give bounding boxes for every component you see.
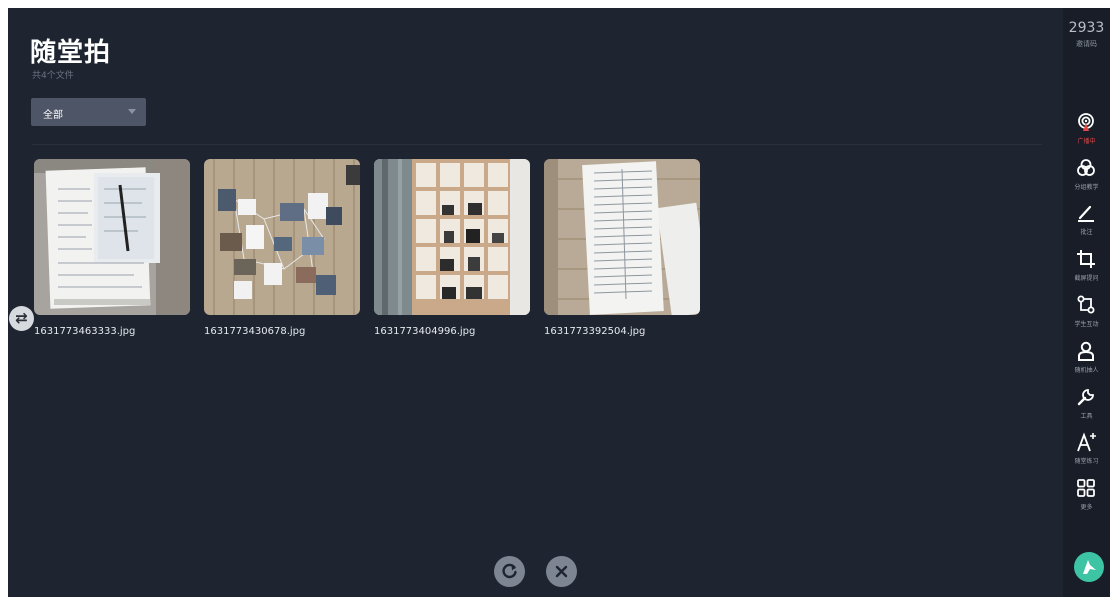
page-title: 随堂拍 <box>30 38 112 68</box>
tool-random-pick[interactable]: 随机抽人 <box>1063 341 1110 381</box>
tool-screenshot-question[interactable]: 截屏提问 <box>1063 249 1110 289</box>
file-count: 共4个文件 <box>32 71 74 81</box>
grid-icon <box>1077 479 1095 497</box>
pen-icon <box>1078 205 1094 222</box>
app-logo[interactable] <box>1074 552 1104 582</box>
photo-thumbnail[interactable] <box>204 159 360 315</box>
tool-group-teaching[interactable]: 分组教学 <box>1063 158 1110 198</box>
tool-label: 随机抽人 <box>1074 367 1099 374</box>
close-icon <box>555 565 568 578</box>
photo-thumbnail[interactable] <box>374 159 530 315</box>
right-toolbar: 2933 邀请码 广播中 分组教学 批注 截屏提问 学生互动 随机抽人 工具 随… <box>1063 8 1110 597</box>
tool-label: 分组教学 <box>1074 184 1099 191</box>
file-name: 1631773404996.jpg <box>374 326 476 337</box>
interaction-icon <box>1077 295 1095 314</box>
logo-icon <box>1083 560 1096 574</box>
file-card[interactable]: 1631773404996.jpg <box>374 159 530 337</box>
broadcast-icon <box>1078 113 1094 131</box>
tool-label: 截屏提问 <box>1074 275 1099 282</box>
swap-icon: ⇄ <box>15 309 28 327</box>
file-card[interactable]: 1631773392504.jpg <box>544 159 700 337</box>
tool-label: 批注 <box>1080 229 1093 236</box>
invite-code: 2933 <box>1068 20 1105 36</box>
tool-annotate[interactable]: 批注 <box>1063 203 1110 243</box>
tool-label: 工具 <box>1080 413 1093 420</box>
filter-dropdown[interactable]: 全部 <box>31 98 146 126</box>
tool-broadcast[interactable]: 广播中 <box>1063 112 1110 152</box>
file-name: 1631773463333.jpg <box>34 326 136 337</box>
swap-view-button[interactable]: ⇄ <box>9 306 34 331</box>
crop-icon <box>1077 250 1095 268</box>
tool-label: 学生互动 <box>1074 321 1099 328</box>
tool-tools[interactable]: 工具 <box>1063 387 1110 427</box>
filter-selected-value: 全部 <box>43 110 63 121</box>
close-button[interactable] <box>546 556 577 587</box>
person-icon <box>1078 341 1094 361</box>
file-card[interactable]: 1631773430678.jpg <box>204 159 360 337</box>
file-name: 1631773392504.jpg <box>544 326 646 337</box>
quiz-icon <box>1077 432 1096 452</box>
tool-label: 广播中 <box>1077 138 1096 145</box>
invite-code-label: 邀请码 <box>1076 40 1097 48</box>
wrench-icon <box>1077 389 1094 406</box>
tool-more[interactable]: 更多 <box>1063 478 1110 518</box>
divider <box>32 144 1042 145</box>
main-panel: 随堂拍 共4个文件 全部 1631773463333.jpg 163177343… <box>8 8 1063 597</box>
refresh-button[interactable] <box>494 556 525 587</box>
tool-label: 更多 <box>1080 504 1093 511</box>
photo-thumbnail[interactable] <box>34 159 190 315</box>
file-card[interactable]: 1631773463333.jpg <box>34 159 190 337</box>
app-window: 随堂拍 共4个文件 全部 1631773463333.jpg 163177343… <box>8 8 1110 597</box>
file-name: 1631773430678.jpg <box>204 326 306 337</box>
refresh-icon <box>502 563 517 579</box>
chevron-down-icon <box>128 109 136 114</box>
tool-quiz[interactable]: 随堂练习 <box>1063 432 1110 472</box>
group-icon <box>1077 159 1095 176</box>
photo-thumbnail[interactable] <box>544 159 700 315</box>
tool-student-interaction[interactable]: 学生互动 <box>1063 295 1110 335</box>
tool-label: 随堂练习 <box>1074 458 1099 465</box>
